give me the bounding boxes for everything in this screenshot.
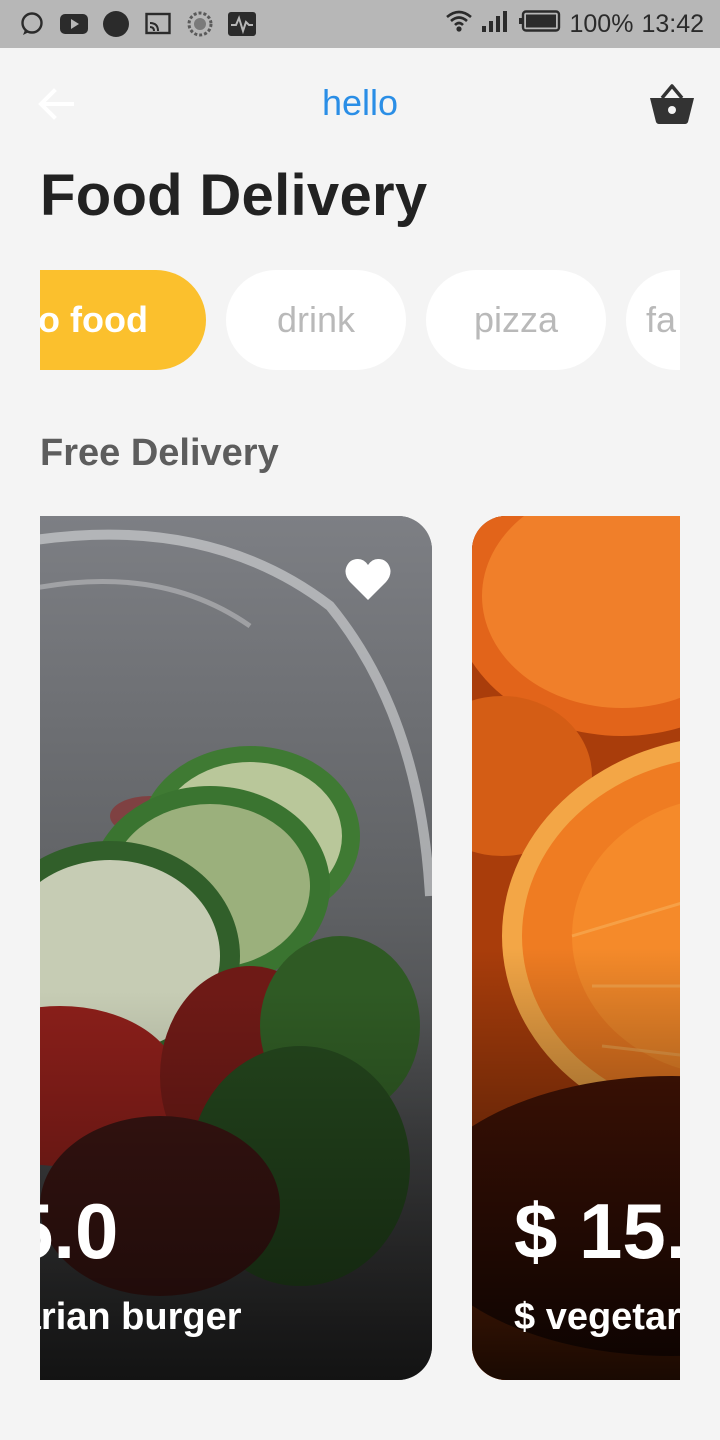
message-icon bbox=[18, 10, 46, 38]
food-card-list: 5.0 etarian burger $ 15. $ vegetar bbox=[40, 516, 680, 1380]
food-price: 5.0 bbox=[40, 1187, 119, 1275]
category-chip-food[interactable]: o food bbox=[40, 270, 206, 370]
food-card[interactable]: 5.0 etarian burger bbox=[40, 516, 432, 1380]
cart-button[interactable] bbox=[648, 82, 696, 126]
circle-icon bbox=[102, 10, 130, 38]
food-card[interactable]: $ 15. $ vegetar bbox=[472, 516, 680, 1380]
category-chip-drink[interactable]: drink bbox=[226, 270, 406, 370]
section-title: Free Delivery bbox=[40, 432, 279, 474]
food-name: etarian burger bbox=[40, 1296, 242, 1338]
heart-icon[interactable] bbox=[344, 556, 392, 602]
basket-icon bbox=[650, 84, 694, 124]
activity-icon bbox=[228, 10, 256, 38]
battery-percent: 100% bbox=[569, 9, 634, 38]
battery-icon bbox=[519, 9, 561, 39]
status-bar: 100% 13:42 bbox=[0, 0, 720, 48]
wifi-icon bbox=[445, 9, 473, 40]
sync-icon bbox=[186, 10, 214, 38]
status-icons-right: 100% 13:42 bbox=[445, 8, 704, 40]
food-price: $ 15. bbox=[514, 1187, 680, 1275]
app-title: hello bbox=[321, 82, 399, 123]
food-name: $ vegetar bbox=[514, 1296, 680, 1338]
category-list: o food drink pizza fa bbox=[40, 270, 680, 370]
category-chip-pizza[interactable]: pizza bbox=[426, 270, 606, 370]
youtube-icon bbox=[60, 10, 88, 38]
category-chip-fast[interactable]: fa bbox=[626, 270, 680, 370]
signal-icon bbox=[481, 9, 511, 40]
page-heading: Food Delivery bbox=[40, 163, 428, 228]
status-icons-left bbox=[18, 10, 256, 38]
cast-icon bbox=[144, 10, 172, 38]
clock: 13:42 bbox=[641, 9, 704, 38]
